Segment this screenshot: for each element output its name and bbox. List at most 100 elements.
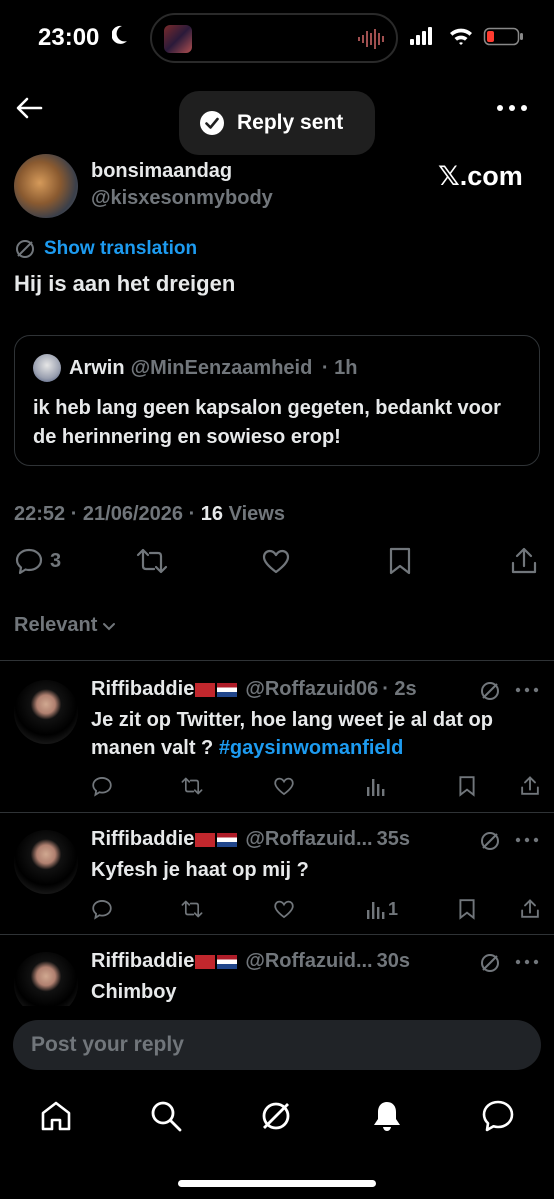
quote-text: ik heb lang geen kapsalon gegeten, bedan… bbox=[33, 397, 501, 448]
x-com-watermark: 𝕏.com bbox=[438, 161, 523, 191]
views-count: 16 bbox=[200, 503, 224, 525]
reply-author-name[interactable]: Riffibaddie bbox=[91, 828, 194, 851]
reply-avatar[interactable] bbox=[14, 830, 78, 894]
bottom-navigation bbox=[0, 1088, 554, 1148]
reply-author-name[interactable]: Riffibaddie bbox=[91, 678, 194, 701]
share-icon[interactable] bbox=[520, 898, 540, 920]
reply-icon[interactable] bbox=[91, 898, 113, 920]
home-indicator[interactable] bbox=[178, 1180, 376, 1187]
bookmark-icon[interactable] bbox=[457, 898, 477, 920]
reply-sent-toast: Reply sent bbox=[179, 91, 375, 155]
grok-icon[interactable] bbox=[258, 1098, 294, 1134]
grok-icon[interactable] bbox=[479, 830, 501, 852]
share-icon[interactable] bbox=[520, 775, 540, 797]
bookmark-icon bbox=[389, 547, 411, 575]
like-icon bbox=[262, 549, 290, 574]
quote-avatar bbox=[33, 354, 61, 382]
post-actions: 3 bbox=[0, 546, 554, 586]
reply-avatar[interactable] bbox=[14, 952, 78, 1006]
share-button[interactable] bbox=[510, 546, 538, 576]
home-icon[interactable] bbox=[38, 1098, 74, 1134]
share-icon bbox=[511, 547, 537, 574]
like-icon[interactable] bbox=[273, 898, 295, 920]
views-label: Views bbox=[223, 503, 285, 525]
quoted-post[interactable]: Arwin @MinEenzaamheid · 1h ik heb lang ge… bbox=[14, 335, 540, 466]
morocco-flag-icon bbox=[195, 832, 216, 847]
post-meta: 22:52 · 21/06/2026 · 16 Views bbox=[14, 503, 285, 526]
quote-author-name: Arwin bbox=[69, 357, 125, 379]
netherlands-flag-icon bbox=[217, 682, 238, 697]
reply-text: Kyfesh je haat op mij ? bbox=[91, 856, 541, 884]
quote-author-handle: @MinEenzaamheid bbox=[130, 357, 313, 379]
messages-icon[interactable] bbox=[480, 1098, 516, 1134]
reply-text: Je zit op Twitter, hoe lang weet je al d… bbox=[91, 706, 541, 762]
more-icon[interactable] bbox=[496, 97, 528, 119]
sort-replies-dropdown[interactable]: Relevant bbox=[14, 614, 117, 637]
reply-composer-placeholder: Post your reply bbox=[31, 1033, 184, 1056]
reply-more-icon[interactable] bbox=[515, 686, 539, 694]
divider bbox=[0, 660, 554, 661]
reply-text-body: Chimboy bbox=[91, 981, 177, 1003]
grok-icon[interactable] bbox=[479, 952, 501, 974]
reply-button[interactable]: 3 bbox=[14, 546, 61, 576]
netherlands-flag-icon bbox=[217, 954, 238, 969]
reply-author-handle: @Roffazuid06 bbox=[245, 678, 379, 700]
chevron-down-icon bbox=[103, 622, 116, 630]
reply-icon bbox=[15, 548, 43, 575]
quote-time: · 1h bbox=[321, 357, 358, 379]
reply-header: Riffibaddie @Roffazuid06 · 2s bbox=[91, 678, 417, 701]
grok-icon[interactable] bbox=[479, 680, 501, 702]
like-icon[interactable] bbox=[273, 775, 295, 797]
author-handle[interactable]: @kisxesonmybody bbox=[91, 187, 273, 210]
moon-icon bbox=[112, 25, 127, 44]
toast-text: Reply sent bbox=[237, 111, 344, 134]
status-bar: 23:00 bbox=[0, 0, 554, 76]
reply-time: 35s bbox=[376, 828, 410, 850]
translate-icon bbox=[16, 240, 34, 258]
reply-time: · 2s bbox=[382, 678, 417, 700]
author-name[interactable]: bonsimaandag bbox=[91, 160, 232, 183]
reply-more-icon[interactable] bbox=[515, 958, 539, 966]
reply-actions bbox=[0, 775, 554, 799]
retweet-icon bbox=[136, 548, 168, 574]
show-translation-link[interactable]: Show translation bbox=[14, 238, 197, 260]
author-avatar[interactable] bbox=[14, 154, 78, 218]
post-timestamp: 22:52 · 21/06/2026 · bbox=[14, 503, 201, 525]
search-icon[interactable] bbox=[148, 1098, 184, 1134]
bookmark-button[interactable] bbox=[387, 546, 413, 576]
divider bbox=[0, 812, 554, 813]
reply-item[interactable]: Riffibaddie @Roffazuid... 30s Chimboy bbox=[0, 944, 554, 1006]
audio-wave-icon bbox=[358, 29, 384, 49]
dynamic-island[interactable] bbox=[150, 13, 398, 63]
reply-header: Riffibaddie @Roffazuid... 35s bbox=[91, 828, 410, 851]
views-button[interactable]: 1 bbox=[366, 898, 398, 920]
bookmark-icon[interactable] bbox=[457, 775, 477, 797]
retweet-icon[interactable] bbox=[181, 775, 203, 797]
reply-author-handle: @Roffazuid... bbox=[245, 950, 373, 972]
netherlands-flag-icon bbox=[217, 832, 238, 847]
morocco-flag-icon bbox=[195, 682, 216, 697]
reply-time: 30s bbox=[376, 950, 410, 972]
reply-author-name[interactable]: Riffibaddie bbox=[91, 950, 194, 973]
reply-icon[interactable] bbox=[91, 775, 113, 797]
views-icon bbox=[367, 902, 385, 919]
show-translation-label: Show translation bbox=[44, 238, 198, 259]
now-playing-thumbnail bbox=[164, 25, 192, 53]
bell-icon[interactable] bbox=[369, 1098, 405, 1134]
hashtag-link[interactable]: #gaysinwomanfield bbox=[219, 737, 404, 759]
views-count: 1 bbox=[388, 898, 399, 919]
divider bbox=[0, 934, 554, 935]
reply-count: 3 bbox=[50, 549, 62, 572]
retweet-icon[interactable] bbox=[181, 898, 203, 920]
repost-button[interactable] bbox=[136, 546, 168, 576]
reply-composer[interactable]: Post your reply bbox=[13, 1020, 541, 1070]
like-button[interactable] bbox=[261, 546, 291, 576]
reply-actions: 1 bbox=[0, 898, 554, 922]
back-arrow-icon[interactable] bbox=[14, 93, 44, 123]
reply-more-icon[interactable] bbox=[515, 836, 539, 844]
quote-header: Arwin @MinEenzaamheid · 1h bbox=[69, 357, 357, 380]
wifi-icon bbox=[450, 28, 472, 45]
views-icon[interactable] bbox=[366, 775, 386, 797]
reply-avatar[interactable] bbox=[14, 680, 78, 744]
reply-header: Riffibaddie @Roffazuid... 30s bbox=[91, 950, 410, 973]
